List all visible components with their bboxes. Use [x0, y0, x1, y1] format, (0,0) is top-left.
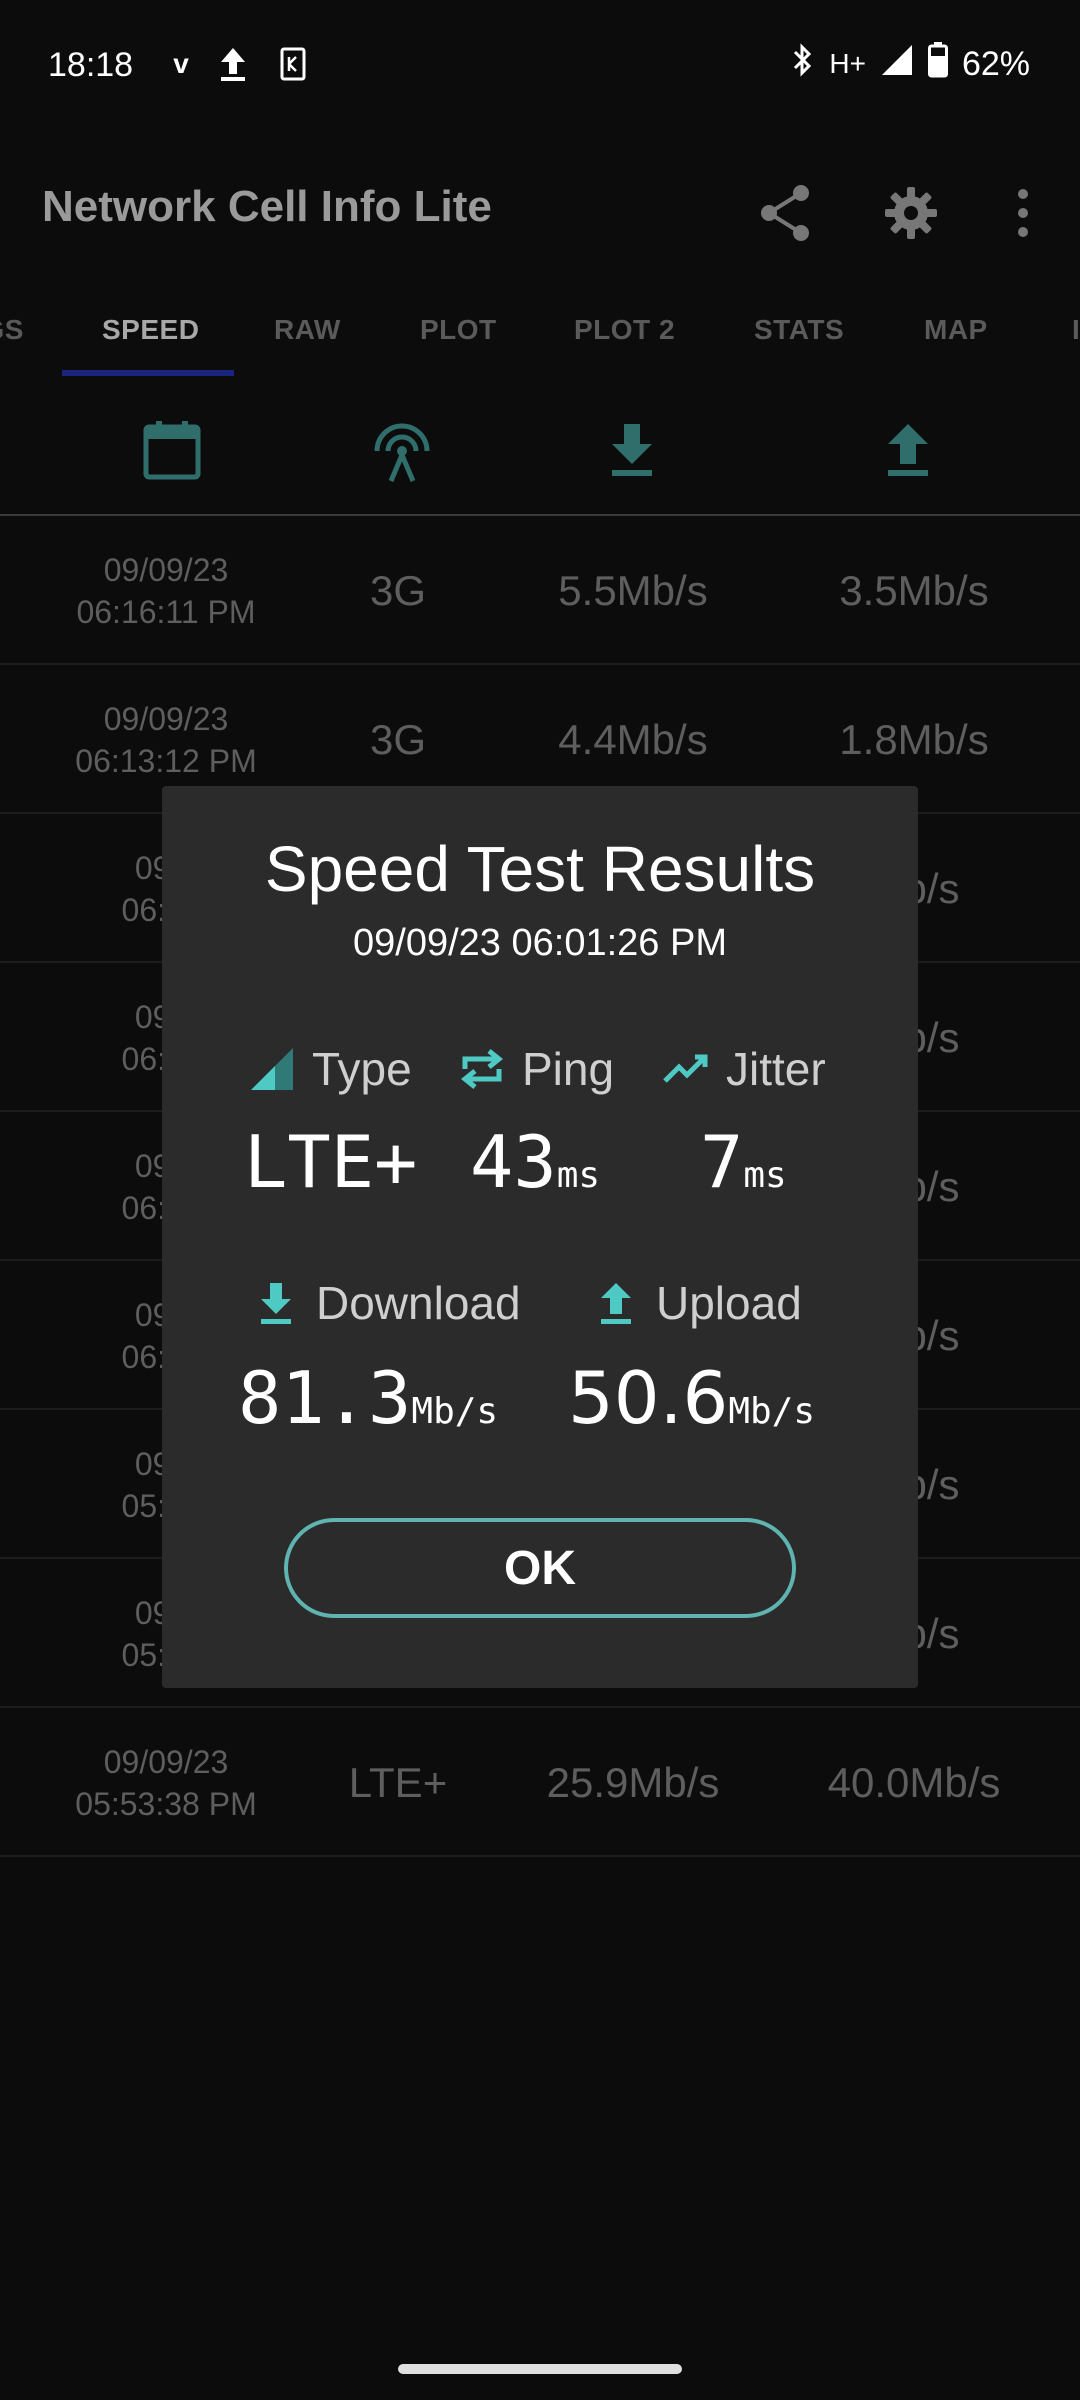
tab-more[interactable]: I: [1072, 314, 1080, 346]
type-value: LTE+: [244, 1120, 417, 1204]
battery-icon: [927, 41, 948, 87]
upload-icon: [592, 1279, 640, 1327]
trending-up-icon: [662, 1045, 710, 1093]
app-toolbar: Network Cell Info Lite: [0, 130, 1080, 290]
jitter-value-number: 7: [700, 1120, 744, 1204]
upload-label-group: Upload: [592, 1276, 802, 1330]
upload-icon[interactable]: [868, 410, 948, 490]
ping-unit: ms: [556, 1155, 601, 1196]
row-network: LTE+: [348, 1758, 448, 1806]
tab-bar: GS SPEED RAW PLOT PLOT 2 STATS MAP I: [0, 290, 1080, 376]
table-row[interactable]: 09/09/23 06:16:11 PM 3G 5.5Mb/s 3.5Mb/s: [0, 516, 1080, 665]
upload-label: Upload: [656, 1277, 802, 1329]
row-upload: 3.5Mb/s: [839, 566, 989, 614]
type-label-group: Type: [248, 1042, 412, 1096]
row-time: 05:53:38 PM: [75, 1785, 257, 1822]
signal-tower-icon[interactable]: [362, 410, 442, 490]
tab-speed[interactable]: SPEED: [102, 314, 199, 346]
row-datetime: 09/09/23 05:53:38 PM: [40, 1708, 292, 1857]
battery-percent: 62%: [961, 44, 1030, 83]
status-bar: 18:18 v H+ 62%: [0, 0, 1080, 130]
ping-value: 43ms: [470, 1120, 600, 1204]
jitter-value: 7ms: [700, 1120, 787, 1204]
type-label: Type: [312, 1043, 412, 1095]
row-upload: 40.0Mb/s: [827, 1758, 1001, 1806]
row-date: 09/09/23: [103, 551, 229, 588]
speed-test-results-dialog: Speed Test Results 09/09/23 06:01:26 PM …: [162, 786, 918, 1688]
download-icon[interactable]: [592, 410, 672, 490]
download-value: 81.3Mb/s: [238, 1356, 498, 1440]
sim-card-icon: [278, 44, 308, 84]
app-title: Network Cell Info Lite: [42, 182, 492, 231]
row-date: 09/09/23: [103, 1743, 229, 1780]
dialog-title: Speed Test Results: [264, 833, 816, 905]
tab-stats[interactable]: STATS: [754, 314, 844, 346]
status-time: 18:18: [48, 46, 134, 84]
more-vert-icon[interactable]: [988, 178, 1058, 248]
calendar-icon[interactable]: [132, 410, 212, 490]
row-date: 09/09/23: [103, 700, 229, 737]
row-time: 06:16:11 PM: [76, 593, 256, 630]
download-unit: Mb/s: [411, 1391, 499, 1432]
download-label: Download: [316, 1277, 521, 1329]
repeat-icon: [458, 1045, 506, 1093]
row-datetime: 09/09/23 06:16:11 PM: [40, 516, 292, 665]
tab-plot-2[interactable]: PLOT 2: [574, 314, 675, 346]
ok-button[interactable]: OK: [284, 1518, 796, 1618]
share-icon[interactable]: [750, 178, 820, 248]
settings-gear-icon[interactable]: [876, 178, 946, 248]
download-value-number: 81.3: [238, 1356, 412, 1440]
upload-value-number: 50.6: [568, 1356, 729, 1440]
bluetooth-icon: [791, 42, 815, 87]
jitter-unit: ms: [743, 1155, 787, 1196]
tab-plot[interactable]: PLOT: [420, 314, 497, 346]
table-row[interactable]: 09/09/23 05:53:38 PM LTE+ 25.9Mb/s 40.0Mb…: [0, 1708, 1080, 1857]
type-value-text: LTE+: [244, 1120, 418, 1204]
network-type-label: H+: [829, 48, 866, 79]
column-headers: [0, 376, 1080, 516]
cell-signal-icon: [248, 1045, 296, 1093]
row-time: 06:13:12 PM: [75, 742, 257, 779]
dialog-timestamp: 09/09/23 06:01:26 PM: [353, 922, 727, 964]
status-right-cluster: H+ 62%: [791, 41, 1030, 87]
v-icon: v: [173, 48, 189, 79]
upload-value: 50.6Mb/s: [568, 1356, 815, 1440]
jitter-label: Jitter: [726, 1043, 826, 1095]
cell-signal-icon: [880, 43, 914, 86]
tab-map[interactable]: MAP: [924, 314, 988, 346]
row-download: 25.9Mb/s: [546, 1758, 720, 1806]
ping-label: Ping: [522, 1043, 615, 1095]
tab-logs[interactable]: GS: [0, 314, 24, 346]
ping-label-group: Ping: [458, 1042, 614, 1096]
jitter-label-group: Jitter: [662, 1042, 826, 1096]
download-icon: [252, 1279, 300, 1327]
row-network: 3G: [369, 566, 427, 614]
row-download: 5.5Mb/s: [558, 566, 708, 614]
upload-unit: Mb/s: [728, 1391, 816, 1432]
download-label-group: Download: [252, 1276, 521, 1330]
tab-raw[interactable]: RAW: [274, 314, 341, 346]
gesture-nav-handle[interactable]: [398, 2364, 682, 2374]
ping-value-number: 43: [470, 1120, 557, 1204]
upload-arrow-icon: [218, 44, 248, 84]
